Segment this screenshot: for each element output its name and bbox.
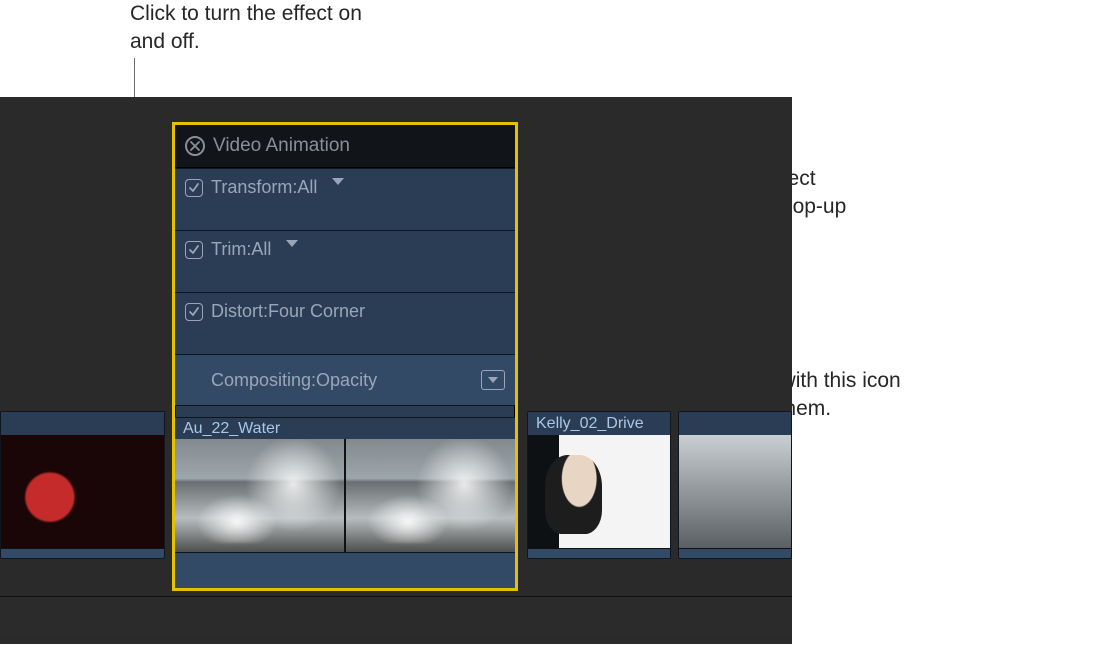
- clip-label: Au_22_Water: [175, 417, 515, 439]
- timeline-clip[interactable]: Kelly_02_Drive: [527, 411, 671, 559]
- effect-label: Trim:All: [211, 239, 271, 260]
- effect-label: Compositing:Opacity: [211, 370, 377, 391]
- effect-row-transform[interactable]: Transform:All: [175, 168, 515, 231]
- video-animation-panel: Video Animation Transform:All Trim:All: [172, 122, 518, 591]
- expand-keyframe-icon[interactable]: [481, 370, 505, 390]
- clip-audio-strip: [1, 548, 164, 558]
- callout-toggle-effect: Click to turn the effect on and off.: [130, 0, 390, 57]
- effect-toggle-checkbox[interactable]: [185, 241, 203, 259]
- chevron-down-icon[interactable]: [331, 177, 345, 187]
- timeline-clip[interactable]: [678, 411, 792, 559]
- clip-audio-strip: [679, 548, 791, 558]
- clip-thumbnail: [346, 439, 515, 552]
- effect-label: Transform:All: [211, 177, 317, 198]
- editor-viewport: Kelly_02_Drive Video Animation: [0, 97, 792, 644]
- effect-toggle-checkbox[interactable]: [185, 179, 203, 197]
- chevron-down-icon[interactable]: [285, 239, 299, 249]
- clip-label: [1, 412, 164, 435]
- clip-thumbnails[interactable]: [175, 439, 515, 552]
- timeline-backstrip: [0, 596, 792, 636]
- effect-row-trim[interactable]: Trim:All: [175, 230, 515, 293]
- clip-thumbnail: [175, 439, 344, 552]
- effect-toggle-checkbox[interactable]: [185, 303, 203, 321]
- clip-thumbnails: [1, 435, 164, 548]
- clip-thumbnail: [528, 435, 670, 548]
- clip-thumbnails: [528, 435, 670, 548]
- close-icon[interactable]: [185, 136, 205, 156]
- clip-thumbnails: [679, 435, 791, 548]
- panel-title: Video Animation: [213, 135, 350, 157]
- canvas: Click to turn the effect on and off. Cho…: [0, 0, 1110, 670]
- clip-label: Kelly_02_Drive: [528, 412, 670, 435]
- clip-thumbnail: [679, 435, 791, 548]
- panel-header: Video Animation: [175, 125, 515, 168]
- clip-thumbnail: [1, 435, 164, 548]
- clip-audio-area[interactable]: [175, 552, 515, 588]
- clip-audio-strip: [528, 548, 670, 558]
- clip-label: [679, 412, 791, 435]
- timeline-clip[interactable]: [0, 411, 165, 559]
- effect-row-distort[interactable]: Distort:Four Corner: [175, 292, 515, 355]
- effect-row-compositing[interactable]: Compositing:Opacity: [175, 354, 515, 406]
- effect-label: Distort:Four Corner: [211, 301, 365, 322]
